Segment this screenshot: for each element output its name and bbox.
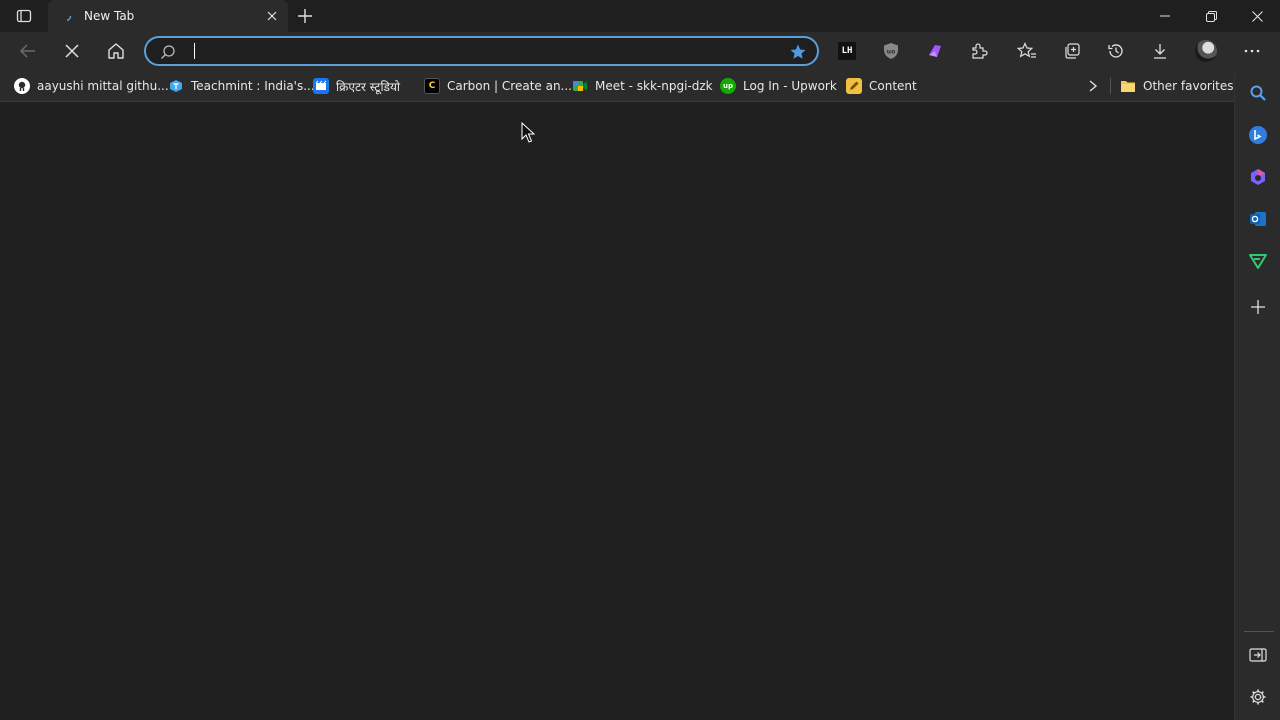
plus-icon [1251,300,1265,314]
bookmark-teachmint[interactable]: Teachmint : India's... [168,75,315,97]
minimize-button[interactable] [1142,0,1188,32]
download-icon [1154,44,1166,59]
outlook-icon [1250,212,1266,226]
bookmarks-divider [1110,78,1111,94]
puzzle-icon [972,43,988,59]
gem-icon [929,45,941,57]
other-favorites-label: Other favorites [1143,79,1234,93]
favorites-star-list-icon [1017,42,1036,58]
favorites-button[interactable] [1011,35,1043,67]
sidebar-tools-button[interactable] [1242,161,1274,193]
chevron-right-icon [1089,80,1098,92]
edge-sidebar [1234,70,1280,720]
plus-icon [298,9,312,23]
restore-button[interactable] [1188,0,1234,32]
tab-close-button[interactable] [260,4,284,28]
close-icon [65,44,79,58]
restore-icon [1205,10,1217,22]
sidebar-outlook-button[interactable] [1242,203,1274,235]
ublock-extension-button[interactable]: uo [875,35,907,67]
bookmark-content[interactable]: Content [846,75,917,97]
page-content [0,103,1234,720]
copilot-icon [1251,169,1265,185]
bookmark-label: Log In - Upwork [743,79,837,93]
collections-button[interactable] [1056,35,1088,67]
extensions-button[interactable] [963,35,995,67]
minimize-icon [1160,15,1170,17]
mouse-cursor-icon [521,122,535,143]
sidebar-hide-button[interactable] [1242,639,1274,671]
window-close-button[interactable] [1234,0,1280,32]
new-tab-button[interactable] [292,4,318,28]
more-bookmarks-button[interactable] [1082,75,1104,97]
tab-actions-icon [16,9,32,23]
shield-icon: uo [884,43,898,59]
bookmark-label: aayushi mittal githu... [37,79,169,93]
history-icon [1108,44,1123,58]
bookmark-github[interactable]: aayushi mittal githu... [14,75,169,97]
home-icon [108,43,124,59]
search-icon [1250,85,1266,101]
bookmark-creator-studio[interactable]: क्रिएटर स्टूडियो [313,75,400,97]
tab-actions-button[interactable] [8,4,40,28]
bookmark-label: Content [869,79,917,93]
address-bar[interactable] [144,36,819,66]
creator-studio-icon [313,78,329,94]
close-icon [1251,10,1263,22]
active-tab[interactable]: New Tab [48,0,288,32]
bookmark-google-meet[interactable]: Meet - skk-npgi-dzk [572,75,713,97]
bookmark-label: Carbon | Create an... [447,79,572,93]
more-horizontal-icon [1244,49,1260,53]
sidebar-add-button[interactable] [1242,291,1274,323]
search-icon [161,45,175,59]
google-meet-icon [572,78,588,94]
svg-text:uo: uo [887,49,895,56]
history-button[interactable] [1100,35,1132,67]
bookmark-label: Meet - skk-npgi-dzk [595,79,713,93]
loading-icon [58,8,74,24]
bookmark-carbon[interactable]: C Carbon | Create an... [424,75,572,97]
lighthouse-extension-icon: LH [838,42,856,60]
send-icon [1249,254,1267,269]
teachmint-icon [168,78,184,94]
address-input[interactable] [192,42,772,60]
bookmark-upwork[interactable]: up Log In - Upwork [720,75,837,97]
text-caret [194,43,195,59]
other-favorites-folder[interactable]: Other favorites [1120,75,1234,97]
home-button[interactable] [100,35,132,67]
gear-icon [1250,689,1266,705]
settings-more-button[interactable] [1236,35,1268,67]
navigation-toolbar: LH uo [0,32,1280,70]
arrow-left-icon [19,44,35,58]
carbon-icon: C [424,78,440,94]
bookmark-label: Teachmint : India's... [191,79,315,93]
collections-icon [1065,43,1080,59]
tab-title: New Tab [84,9,135,23]
sidebar-divider [1244,631,1274,632]
stop-loading-button[interactable] [56,35,88,67]
close-icon [267,11,277,21]
sidebar-bing-button[interactable] [1242,119,1274,151]
folder-icon [1120,78,1136,94]
back-button[interactable] [12,35,44,67]
profile-button[interactable] [1190,35,1222,67]
sidebar-send-button[interactable] [1242,245,1274,277]
bookmark-label: क्रिएटर स्टूडियो [336,79,401,94]
sidebar-collapse-icon [1249,648,1267,662]
bing-chat-icon [1249,126,1267,144]
upwork-icon: up [720,78,736,94]
sidebar-search-button[interactable] [1242,77,1274,109]
downloads-button[interactable] [1144,35,1176,67]
purple-extension-button[interactable] [919,35,951,67]
lighthouse-extension-button[interactable]: LH [831,35,863,67]
avatar [1195,40,1217,62]
star-filled-icon[interactable] [789,43,807,61]
title-bar: New Tab [0,0,1280,32]
content-icon [846,78,862,94]
favorites-bar: aayushi mittal githu... Teachmint : Indi… [0,70,1234,102]
github-icon [14,78,30,94]
sidebar-settings-button[interactable] [1242,681,1274,713]
